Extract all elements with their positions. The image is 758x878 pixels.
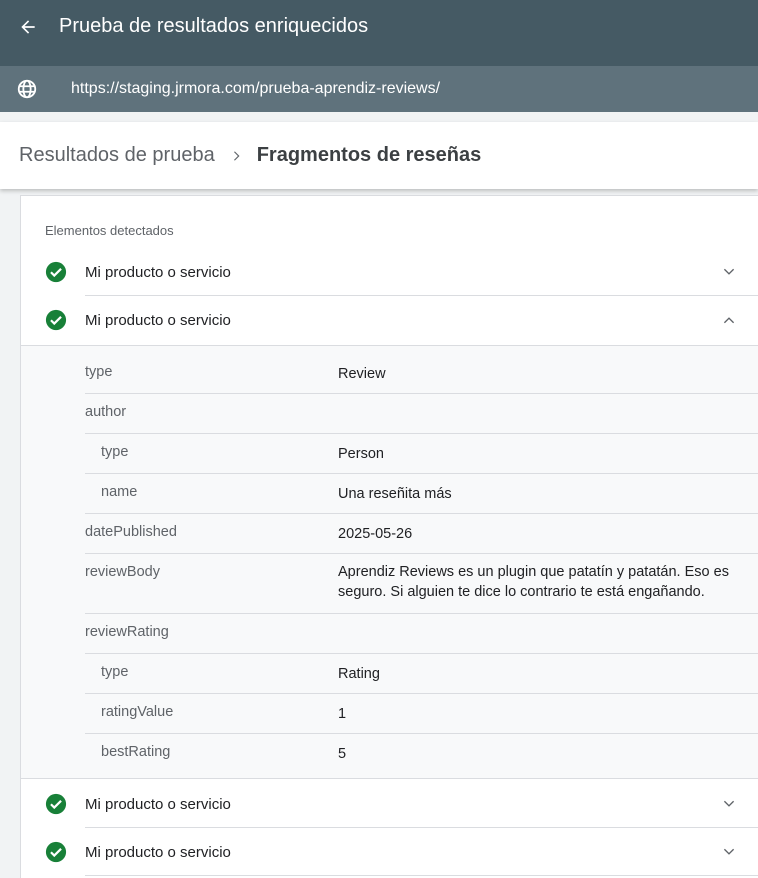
property-key: reviewRating [85,624,169,640]
detected-item[interactable]: Mi producto o servicio [21,828,758,876]
property-row: reviewBody Aprendiz Reviews es un plugin… [85,554,758,614]
property-key: datePublished [85,524,177,540]
property-key: bestRating [101,744,171,760]
chevron-down-icon [723,800,735,807]
expand-button[interactable] [717,260,741,284]
property-key: name [101,484,138,500]
breadcrumb: Resultados de prueba Fragmentos de reseñ… [0,122,758,189]
detected-item[interactable]: Mi producto o servicio [21,296,758,344]
page-title: Prueba de resultados enriquecidos [59,15,369,37]
back-button[interactable] [0,0,56,54]
property-value: 1 [338,706,347,722]
property-key: reviewBody [85,564,160,580]
item-details: type Review author type Person name Una … [21,345,758,779]
chevron-right-icon [229,149,243,163]
check-circle-icon [45,793,67,815]
section-label: Elementos detectados [45,223,174,238]
url-field[interactable]: https://staging.jrmora.com/prueba-aprend… [0,66,758,112]
detected-item[interactable]: Mi producto o servicio [21,248,758,296]
property-row: ratingValue 1 [85,694,758,734]
chevron-down-icon [723,268,735,275]
detected-item-label: Mi producto o servicio [85,843,231,861]
url-text: https://staging.jrmora.com/prueba-aprend… [71,80,441,97]
property-value: Una reseñita más [338,486,452,502]
expand-button[interactable] [717,840,741,864]
property-key: type [101,444,129,460]
property-row: datePublished 2025-05-26 [85,514,758,554]
chevron-down-icon [723,848,735,855]
check-circle-icon [45,309,67,331]
property-row: bestRating 5 [85,734,758,778]
property-value: 5 [338,746,347,762]
property-key: author [85,404,127,420]
check-circle-icon [45,841,67,863]
collapse-button[interactable] [717,308,741,332]
divider [85,875,758,876]
detected-item-label: Mi producto o servicio [85,311,231,329]
breadcrumb-current: Fragmentos de reseñas [256,144,482,166]
app-bar: Prueba de resultados enriquecidos [0,0,758,54]
property-key: ratingValue [101,704,174,720]
property-value: Person [338,446,384,462]
detected-items-card: Elementos detectados Mi producto o servi… [20,195,758,878]
detected-item-label: Mi producto o servicio [85,263,231,281]
property-value: Review [338,366,386,382]
property-row: reviewRating [85,614,758,654]
property-value: Rating [338,666,380,682]
expand-button[interactable] [717,792,741,816]
breadcrumb-parent[interactable]: Resultados de prueba [19,144,215,167]
chevron-up-icon [723,317,735,324]
property-key: type [85,364,113,380]
globe-icon [0,66,54,112]
property-row: name Una reseñita más [85,474,758,514]
property-row: type Person [85,434,758,474]
property-value: 2025-05-26 [338,526,413,542]
property-row: type Rating [85,654,758,694]
detected-item-label: Mi producto o servicio [85,795,231,813]
property-row: author [85,394,758,434]
check-circle-icon [45,261,67,283]
arrow-back-icon [21,20,35,34]
url-bar: https://staging.jrmora.com/prueba-aprend… [0,54,758,112]
property-value: Aprendiz Reviews es un plugin que patatí… [338,564,729,600]
property-row: type Review [85,346,758,394]
detected-item[interactable]: Mi producto o servicio [21,780,758,828]
property-key: type [101,664,129,680]
